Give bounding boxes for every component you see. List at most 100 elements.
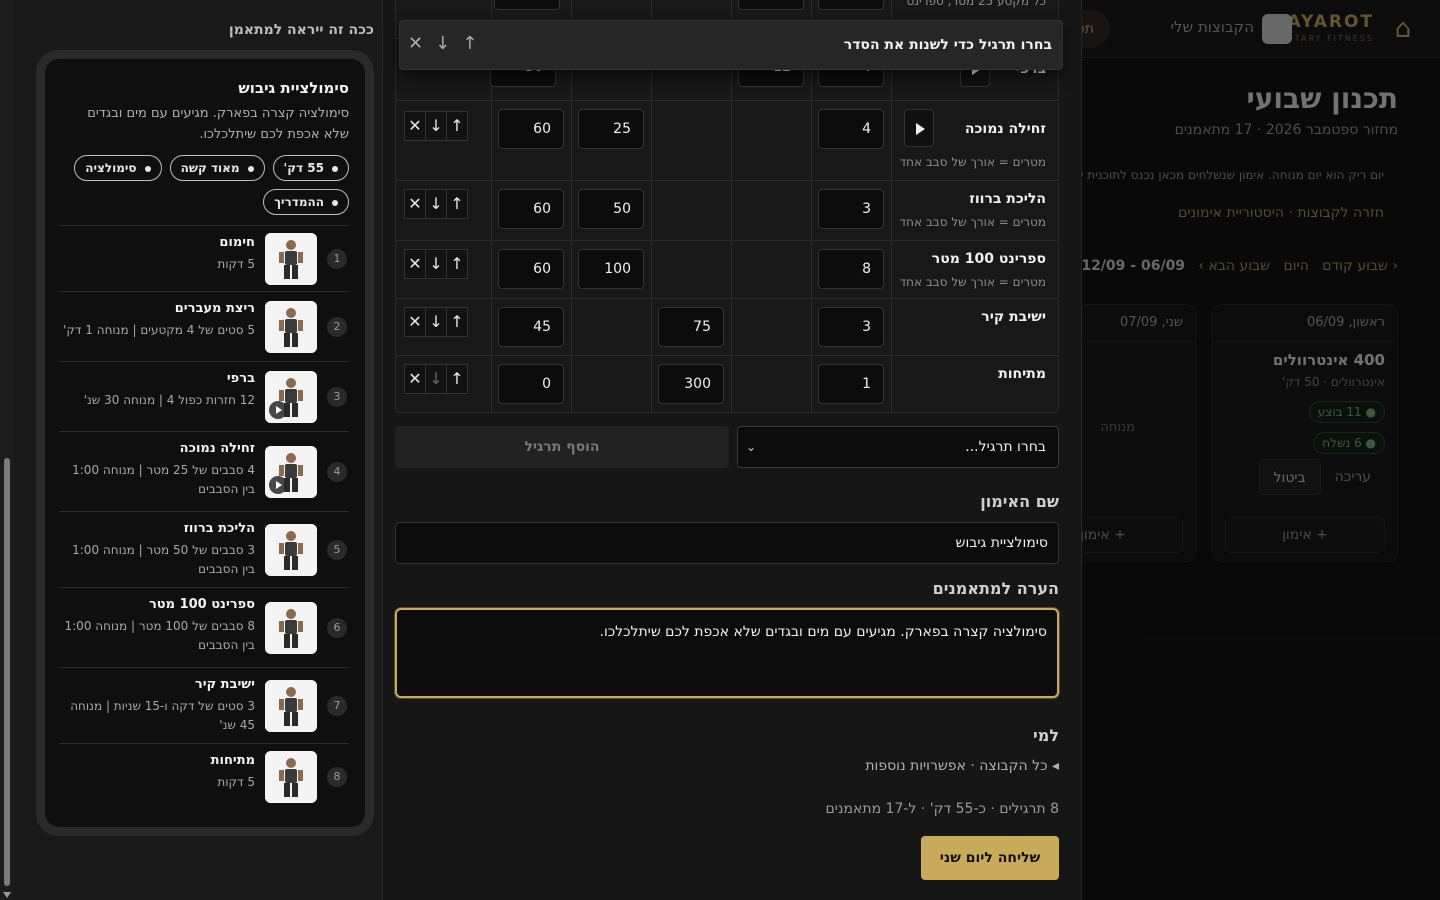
exercise-meta: 5 דקות (217, 775, 255, 789)
app-root: ⌂ SAYAROT MILITARY FITNESS הקבוצות שלי ת… (0, 0, 1440, 900)
exercise-thumbnail (265, 602, 317, 654)
phone-frame: סימולציית גיבוש סימולציה קצרה בפארק. מגי… (36, 50, 374, 836)
exercise-meta: 5 סטים של 4 מקטעים | מנוחה 1 דק' (63, 323, 255, 337)
exercise-meta: 3 סבבים של 50 מטר | מנוחה 1:00 בין הסבבי… (72, 543, 255, 576)
time-input[interactable]: 300 (658, 364, 724, 404)
workout-name-input[interactable]: סימולציית גיבוש (395, 522, 1059, 564)
exercise-name: ספרינט 100 מטר (148, 597, 255, 612)
move-up-icon[interactable]: ↑ (446, 249, 468, 279)
row-hint: כל מקטע 25 מטר, ספרינט (906, 0, 1046, 8)
table-row: ספרינט 100 מטר מטרים = אורך של סבב אחד 8 10… (396, 240, 1058, 298)
remove-row-icon[interactable]: ✕ (404, 189, 426, 219)
rest-input[interactable]: 60 (498, 189, 564, 229)
exercise-text: מתיחות 5 דקות (59, 752, 255, 792)
move-down-icon[interactable]: ↓ (425, 364, 447, 394)
workout-editor-dialog: כל מקטע 25 מטר, ספרינט ברפי 4 12 30 זחיל… (382, 0, 1082, 900)
cell-input[interactable] (738, 0, 804, 10)
remove-row-icon[interactable]: ✕ (404, 111, 426, 141)
rest-input[interactable]: 60 (498, 249, 564, 289)
preview-exercise-item[interactable]: 1 חימום 5 דקות (59, 225, 349, 291)
preview-exercise-item[interactable]: 2 ריצת מעברים 5 סטים של 4 מקטעים | מנוחה 1… (59, 291, 349, 361)
move-up-icon[interactable]: ↑ (446, 189, 468, 219)
preview-exercise-item[interactable]: 7 ישיבת קיר 3 סטים של דקה ו-15 שניות | מנו… (59, 667, 349, 743)
add-exercise-row: בחרו תרגיל... ⌄ הוסף תרגיל (395, 426, 1059, 468)
exercise-meta: 5 דקות (217, 257, 255, 271)
exercise-hint: מטרים = אורך של סבב אחד (899, 275, 1046, 289)
sets-input[interactable]: 8 (818, 249, 884, 289)
sets-input[interactable]: 4 (818, 109, 884, 149)
remove-row-icon[interactable]: ✕ (404, 307, 426, 337)
distance-input[interactable]: 100 (578, 249, 644, 289)
rest-input[interactable]: 60 (498, 109, 564, 149)
exercise-text: ברפי 12 חזרות כפול 4 | מנוחה 30 שנ' (59, 370, 255, 410)
sets-input[interactable]: 1 (818, 364, 884, 404)
scrollbar[interactable] (0, 0, 14, 900)
row-controls: ✕ ↓ ↑ (404, 189, 470, 219)
scrollbar-thumb[interactable] (4, 458, 10, 886)
recipients-options[interactable]: ◂ כל הקבוצה · אפשרויות נוספות (865, 758, 1059, 774)
workout-name-label: שם האימון (980, 492, 1059, 511)
exercise-number: 1 (327, 249, 347, 269)
move-up-icon[interactable]: ↑ (446, 307, 468, 337)
exercise-number: 3 (327, 387, 347, 407)
remove-row-icon[interactable]: ✕ (404, 364, 426, 394)
exercise-thumbnail (265, 233, 317, 285)
exercise-meta: 8 סבבים של 100 מטר | מנוחה 1:00 בין הסבב… (64, 619, 256, 652)
rest-input[interactable]: 45 (498, 307, 564, 347)
move-down-icon[interactable]: ↓ (425, 249, 447, 279)
preview-exercise-item[interactable]: 8 מתיחות 5 דקות (59, 743, 349, 809)
exercise-thumbnail[interactable] (265, 371, 317, 423)
distance-input[interactable]: 25 (578, 109, 644, 149)
send-to-monday-button[interactable]: שליחה ליום שני (921, 836, 1059, 880)
chevron-down-icon: ⌄ (746, 440, 757, 454)
trainee-note-textarea[interactable]: סימולציה קצרה בפארק. מגיעים עם מים ובגדי… (395, 608, 1059, 698)
play-icon[interactable] (269, 401, 287, 419)
sets-input[interactable]: 3 (818, 307, 884, 347)
background-planner: ⌂ SAYAROT MILITARY FITNESS הקבוצות שלי ת… (1010, 0, 1440, 900)
table-row: הליכת ברווז מטרים = אורך של סבב אחד 3 50 60 ✕… (396, 180, 1058, 240)
play-video-icon[interactable] (904, 109, 934, 147)
exercise-text: ישיבת קיר 3 סטים של דקה ו-15 שניות | מנוח… (59, 676, 255, 735)
recipients-label: למי (1033, 726, 1059, 745)
exercise-number: 8 (327, 767, 347, 787)
rest-input[interactable]: 0 (498, 364, 564, 404)
exercise-name: ברפי (226, 371, 255, 386)
cell-input[interactable] (494, 0, 560, 10)
phone-screen: סימולציית גיבוש סימולציה קצרה בפארק. מגי… (45, 59, 365, 827)
preview-exercise-item[interactable]: 4 זחילה נמוכה 4 סבבים של 25 מטר | מנוחה 1:… (59, 431, 349, 511)
exercise-text: הליכת ברווז 3 סבבים של 50 מטר | מנוחה 1:0… (59, 520, 255, 579)
modal-backdrop[interactable] (1060, 0, 1440, 900)
distance-input[interactable]: 50 (578, 189, 644, 229)
move-up-icon[interactable]: ↑ (446, 364, 468, 394)
exercise-thumbnail[interactable] (265, 446, 317, 498)
workout-summary: 8 תרגילים · כ-55 דק' · ל-17 מתאמנים (825, 801, 1059, 817)
play-icon[interactable] (269, 476, 287, 494)
move-down-icon[interactable]: ↓ (425, 189, 447, 219)
move-down-icon[interactable]: ↓ (425, 111, 447, 141)
exercise-number: 7 (327, 696, 347, 716)
move-down-icon[interactable]: ↓ (425, 307, 447, 337)
preview-exercise-item[interactable]: 6 ספרינט 100 מטר 8 סבבים של 100 מטר | מנוח… (59, 587, 349, 667)
scroll-down-arrow-icon[interactable] (3, 892, 11, 898)
arrow-down-icon[interactable]: ↓ (435, 33, 450, 54)
table-row: מתיחות 1 300 0 ✕ ↓ ↑ (396, 355, 1058, 412)
close-icon[interactable]: ✕ (408, 33, 423, 54)
exercise-name: זחילה נמוכה (964, 121, 1046, 137)
exercise-name: מתיחות (210, 753, 255, 768)
exercise-select[interactable]: בחרו תרגיל... ⌄ (737, 426, 1059, 468)
cell-input[interactable] (818, 0, 884, 10)
exercise-hint: מטרים = אורך של סבב אחד (899, 215, 1046, 229)
preview-exercise-item[interactable]: 5 הליכת ברווז 3 סבבים של 50 מטר | מנוחה 1:… (59, 511, 349, 587)
sets-input[interactable]: 3 (818, 189, 884, 229)
remove-row-icon[interactable]: ✕ (404, 249, 426, 279)
exercise-number: 6 (327, 618, 347, 638)
dot-icon (247, 165, 254, 172)
exercise-name: הליכת ברווז (969, 191, 1046, 207)
add-exercise-button[interactable]: הוסף תרגיל (395, 426, 729, 468)
time-input[interactable]: 75 (658, 307, 724, 347)
preview-exercise-item[interactable]: 3 ברפי 12 חזרות כפול 4 | מנוחה 30 שנ' (59, 361, 349, 431)
move-up-icon[interactable]: ↑ (446, 111, 468, 141)
arrow-up-icon[interactable]: ↑ (462, 33, 477, 54)
dot-icon (332, 165, 338, 172)
row-controls: ✕ ↓ ↑ (404, 249, 470, 279)
